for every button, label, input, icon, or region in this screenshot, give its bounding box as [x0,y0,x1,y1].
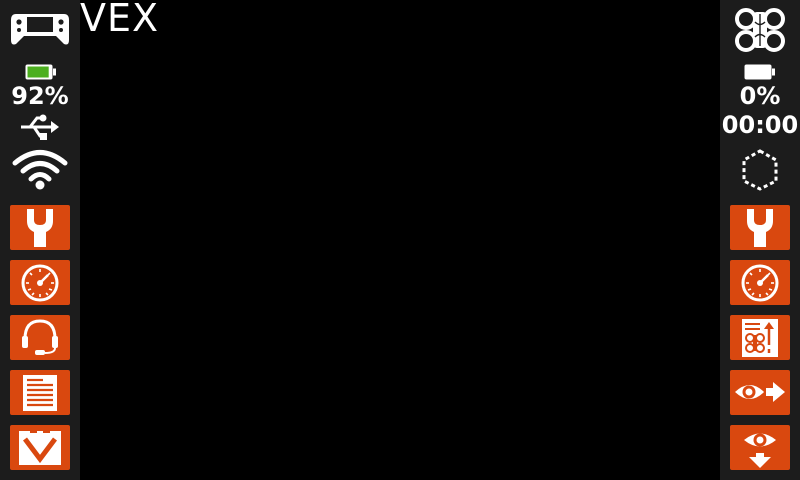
battery-percent: 92% [11,82,69,110]
wrench-icon [27,209,53,247]
robot-program-button[interactable] [730,315,790,360]
program-list-button[interactable] [10,370,70,415]
left-sidebar: 92% [0,0,80,480]
gauge-icon [741,264,779,302]
vex-screen: VEX 92% 0% 00:00 [0,0,800,480]
match-timer: 00:00 [721,111,799,139]
wrench-icon [747,209,773,247]
document-icon [23,375,57,411]
battery-percent: 0% [739,82,781,110]
eye-down-icon [744,433,776,468]
view-down-button[interactable] [730,425,790,470]
headset-button[interactable] [10,315,70,360]
view-forward-button[interactable] [730,370,790,415]
battery-icon [25,64,57,80]
devices-button[interactable] [10,260,70,305]
headset-icon [22,319,58,355]
eye-arrow-icon [735,382,785,402]
robot-devices-button[interactable] [730,260,790,305]
robot-brain-icon [733,7,787,53]
robot-settings-button[interactable] [730,205,790,250]
gauge-icon [21,264,59,302]
field-outline-icon [741,149,779,191]
chevron-down-icon [19,429,61,465]
controller-icon [10,10,70,48]
drive-button[interactable] [10,425,70,470]
right-sidebar: 0% 00:00 [720,0,800,480]
settings-button[interactable] [10,205,70,250]
battery-icon [744,64,776,80]
wifi-icon [12,150,68,192]
usb-icon [20,113,60,141]
program-doc-icon [742,319,778,357]
screen-title: VEX [80,0,160,40]
